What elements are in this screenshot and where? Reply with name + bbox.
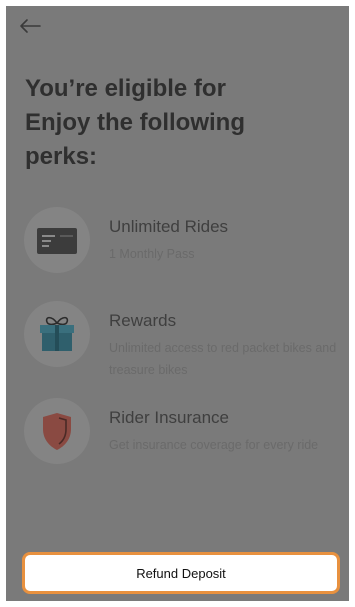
perk-icon-circle xyxy=(24,301,90,367)
page-title: You’re eligible for Enjoy the following … xyxy=(25,72,315,174)
perk-title: Unlimited Rides xyxy=(109,217,229,236)
title-line-3: perks: xyxy=(25,143,98,170)
perk-rider-insurance: Rider Insurance Get insurance coverage f… xyxy=(24,398,344,468)
perk-description: Get insurance coverage for every ride xyxy=(109,438,319,452)
perk-icon-circle xyxy=(24,398,90,464)
arrow-left-icon xyxy=(19,18,41,39)
back-button[interactable] xyxy=(18,16,42,40)
eligibility-screen: You’re eligible for Enjoy the following … xyxy=(0,0,355,607)
perk-icon-circle xyxy=(24,207,90,273)
title-line-1: You’re eligible for xyxy=(25,75,226,102)
perk-title: Rider Insurance xyxy=(109,408,230,427)
perk-unlimited-rides: Unlimited Rides 1 Monthly Pass xyxy=(24,207,344,277)
perk-description: 1 Monthly Pass xyxy=(109,247,195,261)
title-line-2: Enjoy the following xyxy=(25,109,245,136)
perk-rewards: Rewards Unlimited access to red packet b… xyxy=(24,301,344,377)
perk-title: Rewards xyxy=(109,311,177,330)
refund-deposit-button[interactable]: Refund Deposit xyxy=(22,552,340,594)
perk-description: Unlimited access to red packet bikes and… xyxy=(109,341,337,377)
